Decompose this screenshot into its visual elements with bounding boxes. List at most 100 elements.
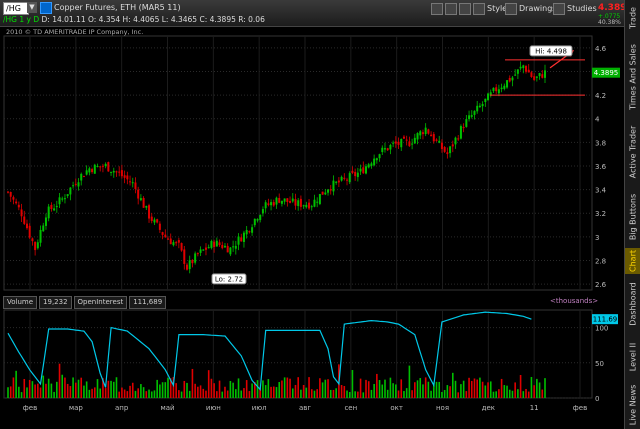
- volume-bar: [465, 391, 468, 398]
- price-candle: [245, 230, 248, 235]
- volume-bar: [419, 378, 422, 398]
- volume-bar: [498, 389, 500, 398]
- price-candle: [272, 202, 275, 206]
- x-tick-label: дек: [482, 404, 495, 412]
- volume-bar: [446, 385, 449, 398]
- tab-live-news[interactable]: Live News: [625, 380, 640, 429]
- price-candle: [7, 191, 9, 193]
- volume-bar: [164, 382, 167, 398]
- volume-bar: [262, 380, 264, 398]
- volume-bar: [275, 387, 278, 398]
- price-candle: [110, 171, 113, 173]
- price-candle: [386, 148, 389, 151]
- volume-bar: [536, 378, 538, 398]
- price-candle: [36, 242, 39, 249]
- tab-active-trader[interactable]: Active Trader: [625, 118, 640, 186]
- volume-bar: [131, 382, 134, 398]
- volume-bar: [161, 382, 164, 398]
- price-candle: [137, 189, 140, 199]
- volume-bar: [416, 380, 419, 398]
- price-candle: [55, 205, 58, 208]
- volume-bar: [386, 389, 389, 398]
- price-tick-label: 3.8: [595, 139, 606, 147]
- chart-canvas[interactable]: 4.64.44.243.83.63.43.232.82.6100500февма…: [0, 0, 624, 429]
- price-candle: [348, 173, 351, 183]
- volume-bar: [61, 374, 64, 398]
- volume-bar: [237, 378, 240, 398]
- price-candle: [449, 146, 452, 154]
- x-tick-label: июл: [252, 404, 267, 412]
- x-tick-label: окт: [390, 404, 403, 412]
- volume-tick-label: 100: [595, 325, 608, 333]
- price-candle: [413, 137, 416, 144]
- volume-bar: [45, 383, 47, 398]
- volume-bar: [226, 390, 229, 398]
- volume-bar: [479, 377, 481, 398]
- volume-bar: [205, 390, 207, 398]
- price-candle: [354, 171, 357, 177]
- volume-bar: [438, 381, 441, 398]
- volume-bar: [424, 377, 427, 398]
- volume-bar: [310, 389, 313, 398]
- volume-bar: [56, 381, 58, 398]
- volume-bar: [15, 370, 17, 398]
- price-candle: [495, 87, 498, 92]
- volume-bar: [110, 380, 112, 398]
- price-candle: [280, 200, 283, 204]
- price-candle: [378, 154, 381, 159]
- volume-bar: [64, 377, 66, 398]
- volume-bar: [123, 389, 126, 398]
- volume-bar: [175, 383, 177, 398]
- price-candle: [365, 166, 367, 174]
- tab-big-buttons[interactable]: Big Buttons: [625, 186, 640, 248]
- tab-level-ii[interactable]: Level II: [625, 334, 640, 380]
- price-candle: [188, 260, 191, 270]
- price-candle: [42, 225, 45, 232]
- price-candle: [484, 98, 487, 102]
- price-candle: [259, 214, 262, 220]
- price-candle: [527, 69, 530, 73]
- volume-bar: [12, 377, 15, 398]
- price-candle: [63, 198, 66, 200]
- tab-times-and-sales[interactable]: Times And Sales: [625, 36, 640, 118]
- price-candle: [93, 164, 96, 174]
- price-candle: [161, 232, 164, 235]
- price-tick-label: 3.4: [595, 187, 607, 195]
- price-candle: [180, 243, 183, 251]
- price-candle: [302, 205, 305, 207]
- price-candle: [351, 170, 354, 173]
- price-candle: [392, 142, 395, 144]
- volume-bar: [487, 382, 489, 398]
- volume-bar: [202, 388, 205, 398]
- price-candle: [232, 246, 235, 248]
- price-candle: [356, 172, 359, 178]
- price-candle: [535, 76, 538, 78]
- lo-label: Lo: 2.72: [215, 275, 243, 283]
- price-candle: [139, 198, 142, 201]
- volume-bar: [460, 384, 462, 398]
- price-candle: [234, 245, 237, 249]
- price-candle: [454, 137, 457, 145]
- volume-bar: [462, 380, 465, 398]
- price-candle: [177, 240, 180, 243]
- price-candle: [468, 115, 471, 120]
- volume-bar: [104, 388, 107, 398]
- x-tick-label: авг: [299, 404, 311, 412]
- price-candle: [215, 240, 218, 247]
- last-price-marker-label: 4.3895: [594, 69, 619, 77]
- volume-bar: [541, 389, 544, 398]
- price-candle: [416, 133, 419, 140]
- price-candle: [251, 227, 254, 233]
- price-candle: [82, 176, 85, 178]
- volume-bar: [118, 391, 120, 398]
- tab-dashboard[interactable]: Dashboard: [625, 274, 640, 334]
- price-candle: [15, 201, 18, 204]
- side-tab-bar: Trade Times And Sales Active Trader Big But…: [624, 0, 640, 429]
- tab-trade[interactable]: Trade: [625, 0, 640, 36]
- price-candle: [23, 216, 26, 224]
- volume-bar: [359, 378, 362, 398]
- volume-bar: [93, 387, 96, 398]
- price-candle: [172, 242, 175, 246]
- tab-chart[interactable]: Chart: [625, 248, 640, 274]
- price-candle: [153, 219, 156, 223]
